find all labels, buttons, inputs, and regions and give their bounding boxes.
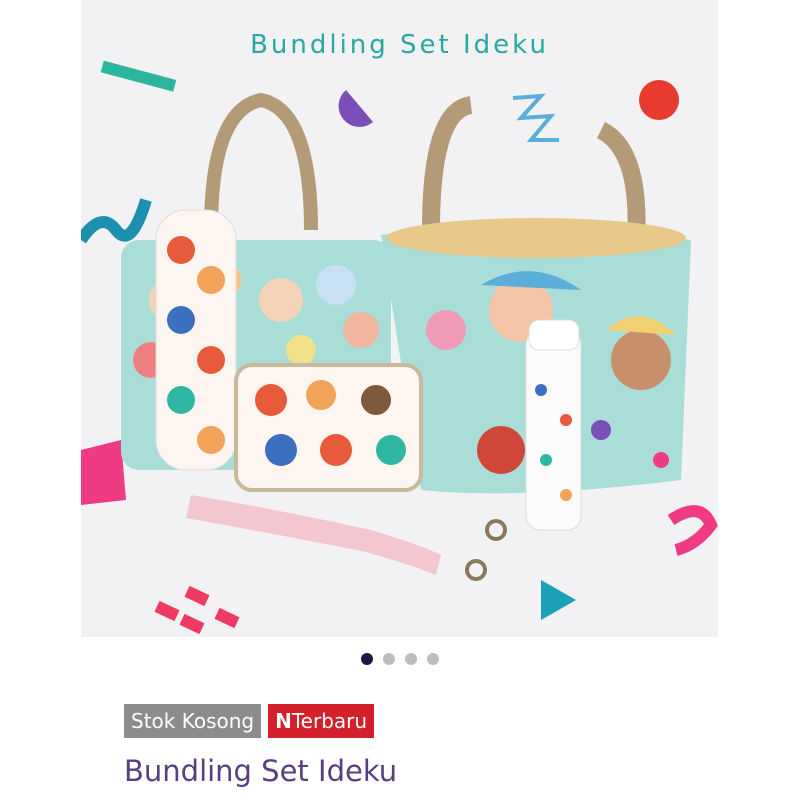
confetti-shape [541,580,576,620]
carousel-dot-1[interactable] [361,653,373,665]
new-badge: NTerbaru [268,704,375,738]
confetti-shape [512,93,559,142]
new-badge-label: Terbaru [291,709,368,733]
confetti-shape [154,585,240,635]
new-badge-letter: N [275,709,292,733]
strap-hook [485,519,507,541]
confetti-shape [81,440,126,505]
product-title: Bundling Set Ideku [124,754,398,788]
strap-hook [465,559,487,581]
bag-lining [386,218,686,258]
carousel-indicator [0,653,800,665]
confetti-shape [639,80,679,120]
confetti-shape [338,90,373,127]
confetti-shape [100,60,177,92]
carousel-dot-4[interactable] [427,653,439,665]
tumbler-bottle [525,329,582,531]
carousel-dot-3[interactable] [405,653,417,665]
product-image[interactable]: Bundling Set Ideku [81,0,718,637]
confetti-shape [81,198,152,244]
bag-strap [186,495,441,575]
product-badges: Stok Kosong NTerbaru [124,704,375,738]
tumbler-cap [528,319,580,351]
carousel-dot-2[interactable] [383,653,395,665]
bag-handle [204,92,318,231]
product-illustration [81,60,718,635]
image-title-text: Bundling Set Ideku [250,30,549,60]
confetti-shape [667,505,718,556]
stock-status-badge: Stok Kosong [124,704,262,738]
bag-handle [422,96,474,231]
